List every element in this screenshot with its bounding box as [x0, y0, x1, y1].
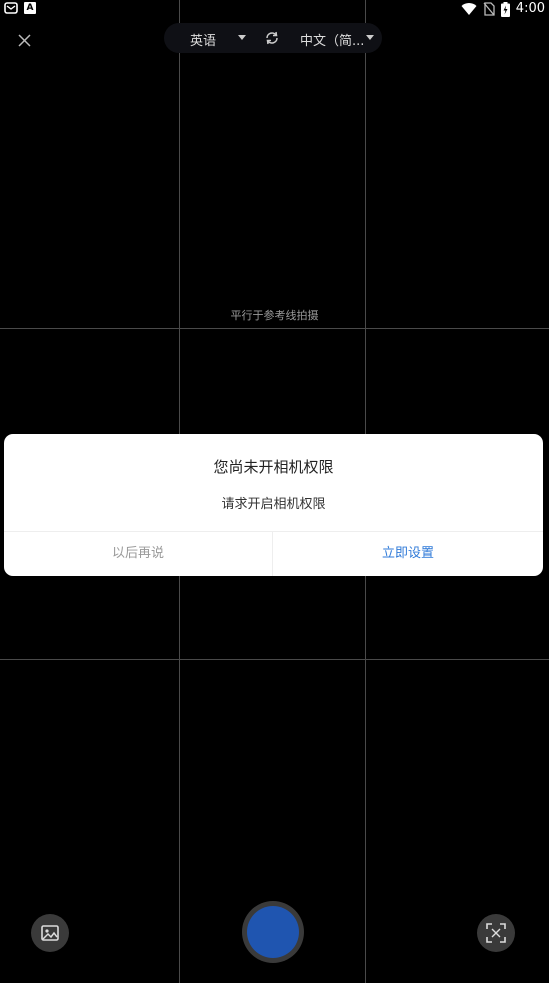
- no-sim-icon: [483, 2, 495, 16]
- wifi-icon: [461, 2, 477, 15]
- camera-translate-screen: A 4:00 英语 中文（简... 平行于参考线拍摄 您尚未开相机权限 请求开启…: [0, 0, 549, 983]
- grid-line-horizontal-top: [0, 328, 549, 329]
- scan-icon: [486, 923, 506, 943]
- a-icon: A: [24, 2, 36, 14]
- shutter-inner: [247, 906, 299, 958]
- shutter-button[interactable]: [242, 901, 304, 963]
- settings-button[interactable]: 立即设置: [273, 532, 543, 576]
- dialog-title: 您尚未开相机权限: [213, 458, 334, 476]
- dialog-message: 请求开启相机权限: [221, 497, 326, 512]
- status-left-icons: A: [4, 1, 36, 15]
- swap-icon[interactable]: [264, 30, 280, 46]
- language-selector: 英语 中文（简...: [164, 23, 382, 53]
- image-icon: [41, 925, 59, 941]
- close-button[interactable]: [12, 28, 36, 52]
- close-icon: [17, 33, 31, 47]
- target-language-dropdown-icon[interactable]: [366, 35, 374, 40]
- battery-charging-icon: [500, 1, 510, 17]
- status-bar: A 4:00: [0, 0, 549, 18]
- scan-button[interactable]: [477, 914, 515, 952]
- status-right-icons: 4:00: [461, 0, 545, 18]
- target-language-button[interactable]: 中文（简...: [300, 30, 364, 49]
- capture-hint: 平行于参考线拍摄: [230, 309, 319, 322]
- notification-icon: [4, 2, 18, 14]
- gallery-button[interactable]: [31, 914, 69, 952]
- status-time: 4:00: [515, 1, 545, 16]
- grid-line-horizontal-bottom: [0, 659, 549, 660]
- camera-permission-dialog: 您尚未开相机权限 请求开启相机权限 以后再说 立即设置: [4, 434, 543, 576]
- later-button[interactable]: 以后再说: [4, 532, 272, 576]
- source-language-dropdown-icon[interactable]: [238, 35, 246, 40]
- source-language-button[interactable]: 英语: [190, 30, 216, 49]
